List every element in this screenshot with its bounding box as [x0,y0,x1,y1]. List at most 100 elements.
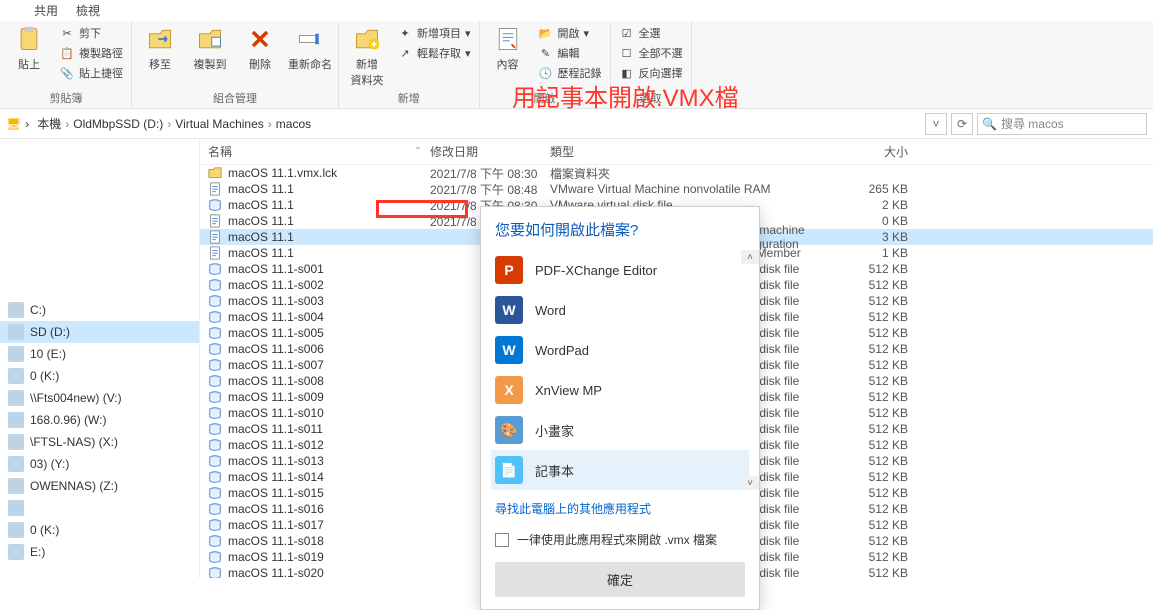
nav-item[interactable]: 168.0.96) (W:) [0,409,199,431]
nav-item[interactable]: OWENNAS) (Z:) [0,475,199,497]
nav-tree[interactable]: C:)SD (D:)10 (E:)0 (K:)\\Fts004new) (V:)… [0,139,200,578]
cut-button[interactable]: ✂剪下 [57,24,125,42]
drive-icon [8,302,24,318]
file-name: macOS 11.1-s020 [228,566,324,578]
nav-item[interactable] [0,497,199,519]
col-date[interactable]: 修改日期 [430,143,550,160]
file-date: 2021/7/8 下午 08:30 [430,165,550,182]
col-type[interactable]: 類型 [550,143,850,160]
col-name[interactable]: 名稱 [208,143,232,160]
refresh-button[interactable]: ⟳ [951,113,973,135]
copy-path-button[interactable]: 📋複製路徑 [57,44,125,62]
app-option[interactable]: W WordPad [491,330,749,370]
app-option[interactable]: WWord [491,290,749,330]
move-to-button[interactable]: 移至 [138,24,182,72]
file-size: 512 KB [850,406,930,420]
rename-button[interactable]: 重新命名 [288,24,332,72]
nav-item[interactable]: 10 (E:) [0,343,199,365]
new-folder-button[interactable]: 新增 資料夾 [345,24,389,88]
chevron-up-icon: ˄ [747,252,753,263]
nav-item[interactable]: SD (D:) [0,321,199,343]
file-name: macOS 11.1-s007 [228,358,324,372]
open-button[interactable]: 📂開啟 ▾ [536,24,604,42]
ribbon-group-new: 新增 資料夾 ✦新增項目 ▾ ↗輕鬆存取 ▾ 新增 [339,22,480,108]
table-row[interactable]: macOS 11.1.vmx.lck2021/7/8 下午 08:30檔案資料夾 [200,165,1153,181]
file-name: macOS 11.1-s002 [228,278,324,292]
vmsd-icon [208,214,222,228]
always-use-checkbox[interactable] [495,533,509,547]
copy-to-button[interactable]: 複製到 [188,24,232,72]
annotation-text: 用記事本開啟.VMX檔 [512,78,739,113]
nav-item[interactable]: 0 (K:) [0,519,199,541]
crumb-0[interactable]: 本機 [37,115,61,132]
search-input[interactable]: 🔍 搜尋 macos [977,113,1147,135]
nav-item[interactable]: 0 (K:) [0,365,199,387]
scroll-up-button[interactable]: ˄ [741,250,759,264]
menu-bar: 共用 檢視 [0,0,1153,21]
column-headers[interactable]: 名稱 ˆ 修改日期 類型 大小 [200,139,1153,165]
paste-button[interactable]: 貼上 [7,24,51,72]
breadcrumb[interactable]: 本機› OldMbpSSD (D:)› Virtual Machines› ma… [33,111,921,136]
nav-label: C:) [30,303,46,317]
file-size: 512 KB [850,502,930,516]
always-use-checkbox-row[interactable]: 一律使用此應用程式來開啟 .vmx 檔案 [481,521,759,562]
edit-button[interactable]: ✎編輯 [536,44,604,62]
app-option[interactable]: 📄記事本 [491,450,749,490]
vmdk-icon [208,262,222,276]
nav-label: 0 (K:) [30,523,59,537]
vmx-icon [208,230,222,244]
app-icon: W [495,336,523,364]
menu-view[interactable]: 檢視 [76,2,100,19]
app-name: XnView MP [535,383,602,398]
nav-item[interactable]: 03) (Y:) [0,453,199,475]
ok-button[interactable]: 確定 [495,562,745,597]
new-item-icon: ✦ [397,25,413,41]
easy-access-button[interactable]: ↗輕鬆存取 ▾ [395,44,473,62]
file-name: macOS 11.1-s001 [228,262,324,276]
table-row[interactable]: macOS 11.12021/7/8 下午 08:48VMware Virtua… [200,181,1153,197]
drive-icon [8,412,24,428]
file-size: 3 KB [850,230,930,244]
nvram-icon [208,182,222,196]
dropdown-history-button[interactable]: ˅ [925,113,947,135]
nav-item[interactable]: \FTSL-NAS) (X:) [0,431,199,453]
file-name: macOS 11.1-s012 [228,438,324,452]
folder-icon [208,166,222,180]
crumb-1[interactable]: OldMbpSSD (D:) [73,117,163,131]
app-option[interactable]: 🎨小畫家 [491,410,749,450]
nav-item[interactable]: \\Fts004new) (V:) [0,387,199,409]
app-name: PDF-XChange Editor [535,263,657,278]
paste-shortcut-button[interactable]: 📎貼上捷徑 [57,64,125,82]
file-name: macOS 11.1-s013 [228,454,324,468]
col-size[interactable]: 大小 [850,143,930,160]
path-icon: 📋 [59,45,75,61]
app-option[interactable]: PPDF-XChange Editor [491,250,749,290]
menu-share[interactable]: 共用 [34,2,58,19]
delete-button[interactable]: 刪除 [238,24,282,72]
easy-access-icon: ↗ [397,45,413,61]
crumb-3[interactable]: macos [276,117,311,131]
drive-icon [8,390,24,406]
new-item-button[interactable]: ✦新增項目 ▾ [395,24,473,42]
file-date: 2021/7/8 下午 08:48 [430,181,550,198]
select-none-button[interactable]: ☐全部不選 [617,44,685,62]
address-bar: 🖥 › 本機› OldMbpSSD (D:)› Virtual Machines… [0,109,1153,139]
nav-label: 168.0.96) (W:) [30,413,106,427]
file-size: 2 KB [850,198,930,212]
vmdk-icon [208,534,222,548]
breadcrumb-root-icon[interactable]: 🖥 [6,117,21,131]
file-name: macOS 11.1 [228,246,294,260]
vmdk-icon [208,374,222,388]
properties-button[interactable]: 內容 [486,24,530,72]
nav-item[interactable]: E:) [0,541,199,563]
vmdk-icon [208,294,222,308]
app-option[interactable]: XXnView MP [491,370,749,410]
crumb-2[interactable]: Virtual Machines [175,117,264,131]
drive-icon [8,500,24,516]
nav-item[interactable]: C:) [0,299,199,321]
file-name: macOS 11.1 [228,214,294,228]
scroll-down-button[interactable]: ˅ [741,476,759,490]
app-name: WordPad [535,343,589,358]
select-all-button[interactable]: ☑全選 [617,24,685,42]
find-more-apps-link[interactable]: 尋找此電腦上的其他應用程式 [481,490,759,521]
